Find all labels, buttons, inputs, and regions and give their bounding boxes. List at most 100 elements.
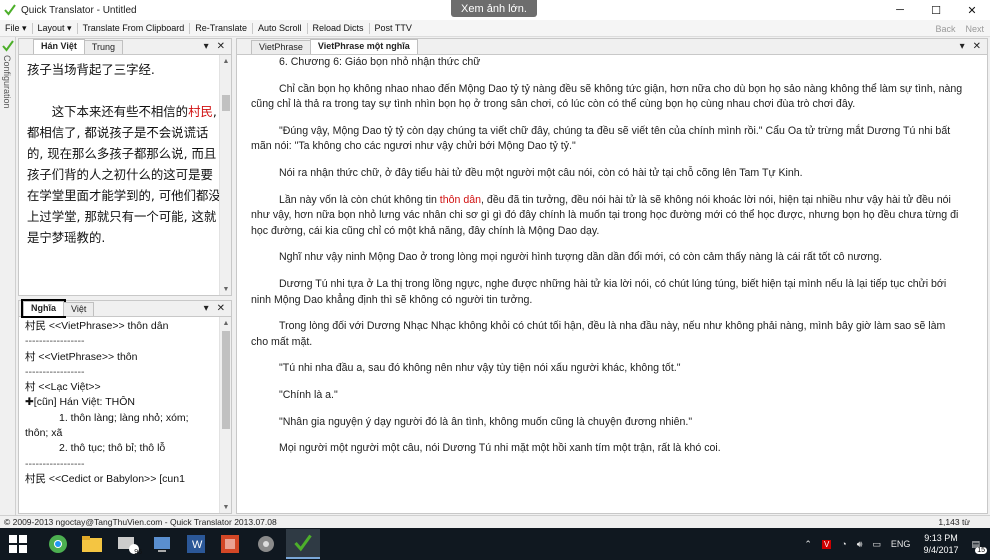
- menu-file[interactable]: File ▾: [0, 20, 32, 37]
- meaning-text[interactable]: 村民 <<VietPhrase>> thôn dân --------------…: [25, 319, 221, 487]
- menu-post-ttv[interactable]: Post TTV: [370, 20, 417, 37]
- scroll-down-icon[interactable]: ▼: [220, 283, 232, 295]
- network-icon[interactable]: [150, 532, 174, 556]
- text-run: 孩子当场背起了三字经.: [27, 62, 155, 77]
- paragraph: Chỉ cần bọn họ không nhao nhao đến Mộng …: [251, 82, 965, 113]
- text-run: Chỉ cần bọn họ không nhao nhao đến Mộng …: [251, 82, 963, 111]
- paragraph: 孩子当场背起了三字经.: [27, 59, 223, 80]
- clock-time: 9:13 PM: [924, 533, 958, 543]
- chevron-down-icon[interactable]: ▾: [204, 303, 209, 314]
- highlighted-term[interactable]: thôn dân: [440, 194, 481, 206]
- highlighted-term[interactable]: 村民: [188, 104, 213, 119]
- quick-translator-task-icon[interactable]: [286, 529, 320, 559]
- tab-vietphrase[interactable]: VietPhrase: [251, 40, 311, 54]
- vietphrase-tabstrip: VietPhrase VietPhrase một nghĩa ▾ ✕: [237, 39, 987, 55]
- meaning-line: 村民 <<Cedict or Babylon>> [cun1: [25, 472, 185, 485]
- check-icon: [2, 40, 14, 52]
- tab-viet[interactable]: Việt: [63, 302, 95, 316]
- close-icon[interactable]: ✕: [217, 41, 225, 52]
- chinese-scrollbar[interactable]: ▲ ▼: [219, 55, 231, 295]
- maximize-button[interactable]: ☐: [918, 0, 954, 20]
- vietphrase-panel: VietPhrase VietPhrase một nghĩa ▾ ✕ 6. C…: [236, 38, 988, 514]
- configuration-strip[interactable]: Configuration: [0, 37, 16, 515]
- word-count: 1,143 từ: [938, 517, 970, 527]
- menu-translate-clipboard[interactable]: Translate From Clipboard: [78, 20, 190, 37]
- app-badge-icon[interactable]: 96: [116, 532, 142, 556]
- clock[interactable]: 9:13 PM 9/4/2017: [923, 532, 958, 556]
- paragraph: Mọi người một người một câu, nói Dương T…: [251, 441, 965, 457]
- tab-nghia[interactable]: Nghĩa: [20, 299, 67, 318]
- meaning-line: thôn; xã: [25, 427, 63, 440]
- tab-han-viet[interactable]: Hán Việt: [33, 39, 85, 54]
- settings-app-icon[interactable]: [254, 532, 278, 556]
- scroll-thumb[interactable]: [222, 331, 230, 429]
- chevron-up-icon[interactable]: ⌃: [804, 539, 812, 550]
- meaning-panel: Nghĩa Việt ▾ ✕ 村民 <<VietPhrase>> thôn dâ…: [18, 299, 232, 514]
- keyboard-icon[interactable]: ▭: [872, 539, 881, 550]
- wifi-icon[interactable]: ◔: [841, 539, 846, 549]
- meaning-line: ✚[cũn] Hán Việt: THÔN: [25, 396, 135, 409]
- text-run: Lần này vốn là còn chút không tin: [279, 193, 440, 206]
- chrome-icon[interactable]: [46, 532, 70, 556]
- powerpoint-icon[interactable]: [218, 532, 242, 556]
- text-run: Trong lòng đối với Dương Nhạc Nhạc không…: [251, 320, 946, 348]
- chevron-down-icon[interactable]: ▾: [960, 41, 965, 52]
- status-bar: © 2009-2013 ngoctay@TangThuVien.com - Qu…: [0, 515, 990, 528]
- tab-vietphrase-mot-nghia[interactable]: VietPhrase một nghĩa: [309, 39, 418, 54]
- word-icon[interactable]: W: [184, 532, 208, 556]
- menu-layout[interactable]: Layout ▾: [33, 20, 77, 37]
- scroll-up-icon[interactable]: ▲: [220, 55, 232, 67]
- paragraph: Nói ra nhận thức chữ, ở đây tiểu hài tử …: [251, 166, 965, 182]
- chinese-panel: Hán Việt Trung ▾ ✕ 孩子当场背起了三字经. 这下本来还有些不相…: [18, 38, 232, 296]
- menu-bar: File ▾ Layout ▾ Translate From Clipboard…: [0, 20, 990, 37]
- text-run: Nói ra nhận thức chữ, ở đây tiểu hài tử …: [279, 166, 803, 179]
- copyright-text: © 2009-2013 ngoctay@TangThuVien.com - Qu…: [4, 517, 277, 527]
- separator-line: -----------------: [25, 457, 85, 470]
- check-logo-icon: [4, 4, 16, 16]
- chinese-text[interactable]: 孩子当场背起了三字经. 这下本来还有些不相信的村民, 都相信了, 都说孩子是不会…: [27, 59, 223, 248]
- taskbar: 96 W ⌃ V ◔ 🔊︎ ▭ ENG 9:13 PM 9/4/2017 ▤ 15: [0, 528, 990, 560]
- separator-line: -----------------: [25, 365, 85, 378]
- next-button[interactable]: Next: [965, 24, 984, 34]
- file-explorer-icon[interactable]: [80, 532, 104, 556]
- notification-count: 15: [975, 546, 987, 554]
- meaning-scrollbar[interactable]: ▲ ▼: [219, 317, 231, 513]
- chevron-down-icon[interactable]: ▾: [204, 41, 209, 52]
- menu-auto-scroll[interactable]: Auto Scroll: [253, 20, 307, 37]
- system-tray: ⌃ V ◔ 🔊︎ ▭ ENG 9:13 PM 9/4/2017 ▤ 15: [799, 528, 990, 560]
- meaning-line: 村 <<VietPhrase>> thôn: [25, 350, 138, 363]
- paragraph: "Đúng vậy, Mộng Dao tỷ tỷ còn dạy chúng …: [251, 124, 965, 155]
- close-icon[interactable]: ✕: [973, 41, 981, 52]
- text-run: , 都相信了, 都说孩子是不会说谎话的, 现在那么多孩子都那么说, 而且孩子们背…: [27, 104, 221, 245]
- text-run: 6. Chương 6: Giáo bọn nhỏ nhận thức chữ: [279, 56, 481, 68]
- language-indicator[interactable]: ENG: [891, 539, 911, 549]
- text-run: "Nhân gia nguyện ý dạy người đó là ân tì…: [279, 415, 693, 428]
- antivirus-icon[interactable]: V: [821, 539, 832, 549]
- tab-trung[interactable]: Trung: [83, 40, 124, 54]
- windows-start-icon[interactable]: [6, 532, 30, 556]
- paragraph: Dương Tú nhi tựa ở La thị trong lồng ngự…: [251, 277, 965, 308]
- configuration-label: Configuration: [2, 55, 12, 109]
- minimize-button[interactable]: ─: [882, 0, 918, 20]
- meaning-line: 村民 <<VietPhrase>> thôn dân: [25, 320, 169, 332]
- view-large-image-badge[interactable]: Xem ảnh lớn.: [451, 0, 537, 17]
- notification-icon[interactable]: ▤ 15: [971, 539, 987, 554]
- paragraph: 这下本来还有些不相信的村民, 都相信了, 都说孩子是不会说谎话的, 现在那么多孩…: [27, 101, 223, 248]
- window-title: Quick Translator - Untitled: [21, 4, 137, 16]
- meaning-tabstrip: Nghĩa Việt ▾ ✕: [19, 299, 231, 318]
- meaning-line: 村 <<Lạc Việt>>: [25, 381, 101, 394]
- close-button[interactable]: ✕: [954, 0, 990, 20]
- close-icon[interactable]: ✕: [217, 303, 225, 314]
- paragraph: Nghĩ như vậy ninh Mộng Dao ở trong lòng …: [251, 250, 965, 266]
- back-button[interactable]: Back: [935, 24, 955, 34]
- scroll-up-icon[interactable]: ▲: [220, 317, 232, 329]
- scroll-down-icon[interactable]: ▼: [220, 501, 232, 513]
- scroll-thumb[interactable]: [222, 95, 230, 111]
- volume-icon[interactable]: 🔊︎: [857, 539, 863, 550]
- menu-retranslate[interactable]: Re-Translate: [190, 20, 252, 37]
- clock-date: 9/4/2017: [923, 545, 959, 555]
- menu-reload-dicts[interactable]: Reload Dicts: [308, 20, 369, 37]
- text-run: "Chính là a.": [279, 388, 338, 401]
- meaning-line: 2. thô tục; thô bỉ; thô lỗ: [59, 442, 166, 455]
- vietphrase-text[interactable]: 6. Chương 6: Giáo bọn nhỏ nhận thức chữ C…: [251, 55, 965, 468]
